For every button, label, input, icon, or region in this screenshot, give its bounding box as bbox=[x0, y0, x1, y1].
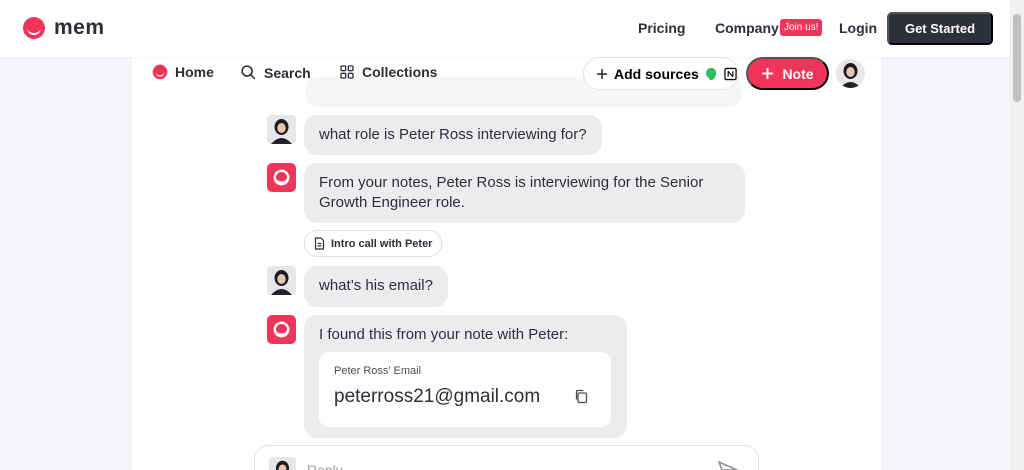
source-note-chip[interactable]: Intro call with Peter bbox=[304, 230, 443, 257]
send-icon[interactable] bbox=[718, 461, 738, 470]
add-sources-button[interactable]: Add sources bbox=[583, 57, 739, 90]
mem-logo-icon bbox=[273, 169, 290, 186]
user-message-avatar bbox=[267, 266, 296, 295]
nav-company[interactable]: Company bbox=[715, 20, 779, 36]
reply-user-avatar bbox=[269, 457, 296, 470]
user-avatar-image bbox=[267, 115, 296, 144]
user-avatar-image bbox=[836, 59, 865, 88]
app-nav-search[interactable]: Search bbox=[240, 64, 311, 81]
scrollbar-thumb[interactable] bbox=[1013, 14, 1021, 102]
source-note-chip-label: Intro call with Peter bbox=[331, 237, 433, 250]
plus-icon bbox=[597, 68, 607, 79]
mem-logo-icon bbox=[23, 17, 45, 39]
join-us-badge[interactable]: Join us! bbox=[780, 19, 823, 36]
app-toolbar: Home Search Collections Add sources Note bbox=[132, 57, 881, 92]
app-nav-home-label: Home bbox=[175, 64, 214, 80]
notion-icon bbox=[724, 67, 737, 80]
mem-assistant-avatar bbox=[267, 163, 296, 192]
user-message-bubble: what role is Peter Ross interviewing for… bbox=[304, 115, 602, 155]
document-icon bbox=[314, 237, 325, 250]
user-avatar-image bbox=[267, 266, 296, 295]
nav-login[interactable]: Login bbox=[839, 20, 877, 36]
user-avatar[interactable] bbox=[836, 59, 865, 88]
mem-assistant-avatar bbox=[267, 315, 296, 344]
home-icon bbox=[152, 64, 168, 80]
logo-text: mem bbox=[54, 16, 105, 39]
plus-icon bbox=[762, 68, 774, 79]
copy-icon[interactable] bbox=[574, 389, 588, 404]
app-nav-search-label: Search bbox=[264, 64, 311, 81]
mem-logo[interactable]: mem bbox=[22, 16, 105, 40]
assistant-message-text: I found this from your note with Peter: bbox=[319, 326, 569, 343]
page-scrollbar[interactable] bbox=[1010, 0, 1024, 470]
email-card-label: Peter Ross’ Email bbox=[334, 365, 422, 377]
search-icon bbox=[241, 65, 256, 80]
evernote-icon bbox=[705, 67, 716, 80]
new-note-button[interactable]: Note bbox=[746, 57, 829, 90]
mem-logo-icon bbox=[273, 321, 290, 338]
reply-input[interactable] bbox=[307, 462, 667, 470]
app-nav-home[interactable]: Home bbox=[152, 64, 214, 80]
user-message-bubble: what’s his email? bbox=[304, 266, 448, 307]
assistant-message-bubble: From your notes, Peter Ross is interview… bbox=[304, 163, 745, 223]
collections-grid-icon bbox=[340, 65, 354, 79]
email-card-value[interactable]: peterross21@gmail.com bbox=[334, 386, 540, 408]
get-started-button[interactable]: Get Started bbox=[887, 12, 993, 45]
site-header: mem Pricing Company Join us! Login Get S… bbox=[0, 0, 1010, 57]
add-sources-label: Add sources bbox=[614, 65, 699, 82]
nav-pricing[interactable]: Pricing bbox=[638, 20, 685, 36]
app-nav-collections[interactable]: Collections bbox=[339, 64, 437, 80]
email-card: Peter Ross’ Email peterross21@gmail.com bbox=[319, 352, 611, 427]
mem-app-panel: Home Search Collections Add sources Note… bbox=[132, 57, 881, 470]
new-note-label: Note bbox=[782, 65, 814, 82]
user-message-avatar bbox=[267, 115, 296, 144]
reply-box bbox=[254, 445, 759, 470]
user-avatar-image bbox=[269, 457, 296, 470]
app-nav-collections-label: Collections bbox=[362, 64, 438, 80]
